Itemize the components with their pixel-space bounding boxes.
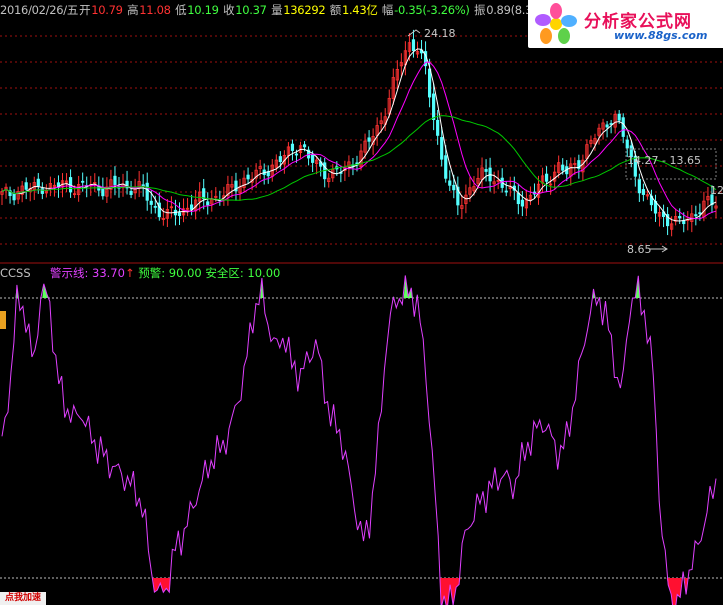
ma-white-line [1,48,717,222]
amplitude-value: 0.89(8.3 [486,3,533,17]
open-value: 10.79 [91,3,123,17]
site-logo[interactable]: 分析家公式网 www.88gs.com [528,0,723,48]
indicator-header: CCSS 警示线: 33.70↑ 预警: 90.00 安全区: 10.00 [0,265,280,281]
candle-body [440,137,444,160]
candle-body [40,188,44,194]
candle-body [678,216,682,219]
candle-body [36,178,40,187]
warn-line-label: 警示线: [49,266,89,280]
candle-body [617,113,621,121]
candlestick-series [0,29,718,237]
candle-body [113,175,117,186]
ma-magenta-line [1,61,717,220]
change-label: 幅 [381,3,394,17]
candle-body [637,178,641,194]
pinwheel-icon [535,3,577,44]
high-value: 11.08 [139,3,171,17]
candle-body [436,119,440,136]
candle-body [452,184,456,191]
amount-value: 1.43亿 [341,3,378,17]
alert-value: 90.00 [168,266,202,280]
candle-body [81,180,85,183]
candle-body [625,139,629,149]
candle-body [177,212,182,216]
candle-body [432,93,436,120]
amplitude-label: 振 [473,3,486,17]
safe-label: 安全区: [205,266,244,280]
volume-value: 136292 [283,3,326,17]
candle-body [24,182,28,190]
low-label: 低 [175,3,187,17]
candle-body [427,68,432,98]
candle-body [544,173,549,182]
candle-body [153,205,157,208]
low-mark-label: 8.65 [627,243,652,256]
candle-body [448,180,452,186]
candle-body [694,214,698,217]
candle-body [561,164,565,171]
side-panel-toggle[interactable] [0,311,6,329]
quote-header: 2016/02/26/五开10.79 高11.08 低10.19 收10.37 … [0,2,533,18]
high-mark-label: 24.18 [424,27,456,40]
safe-value: 10.00 [247,266,281,280]
high-mark-pointer [407,29,421,37]
ccss-line [1,275,717,605]
logo-url: www.88gs.com [614,29,708,42]
price-grid [0,35,723,245]
alert-label: 预警: [138,266,166,280]
close-label: 收 [223,3,235,17]
candle-body [698,212,702,215]
signal-fills [15,275,688,605]
indicator-name: CCSS [0,266,31,280]
safe-fill [666,578,682,605]
range-box-label: 14.27 - 13.65 [627,154,701,167]
candle-body [189,204,194,210]
right-edge-label: 12 [710,184,723,197]
candle-body [246,174,250,180]
candle-body [129,190,133,195]
candle-body [311,154,315,163]
candle-body [294,153,299,156]
amount-label: 额 [329,3,342,17]
candle-body [621,117,625,137]
warn-line-value: 33.70 [92,266,125,280]
warn-arrow: ↑ [124,266,135,280]
low-mark-arrow [650,245,668,253]
candle-body [504,190,508,193]
ma-green-line [1,115,717,201]
stock-chart[interactable]: 24.18 8.65 14.27 - 13.65 12 [0,0,723,605]
candle-body [302,144,307,148]
candle-body [641,189,645,195]
candle-body [367,137,371,142]
low-value: 10.19 [187,3,219,17]
candle-body [605,124,609,128]
candle-body [520,199,524,207]
candle-body [12,193,16,201]
quote-date: 2016/02/26/五 [0,3,79,17]
high-label: 高 [127,3,139,17]
change-value: -0.35(-3.26%) [394,3,470,17]
volume-label: 量 [271,3,283,17]
candle-body [290,143,295,151]
open-label: 开 [79,3,91,17]
candle-body [411,39,416,52]
candle-body [206,201,210,206]
candle-body [149,200,153,205]
candle-body [444,155,448,179]
candle-body [516,192,520,205]
close-value: 10.37 [235,3,267,17]
candle-body [484,169,488,172]
candle-body [278,156,282,162]
speedup-button[interactable]: 点我加速 [0,592,46,605]
candle-body [145,182,149,201]
candle-body [202,188,206,200]
